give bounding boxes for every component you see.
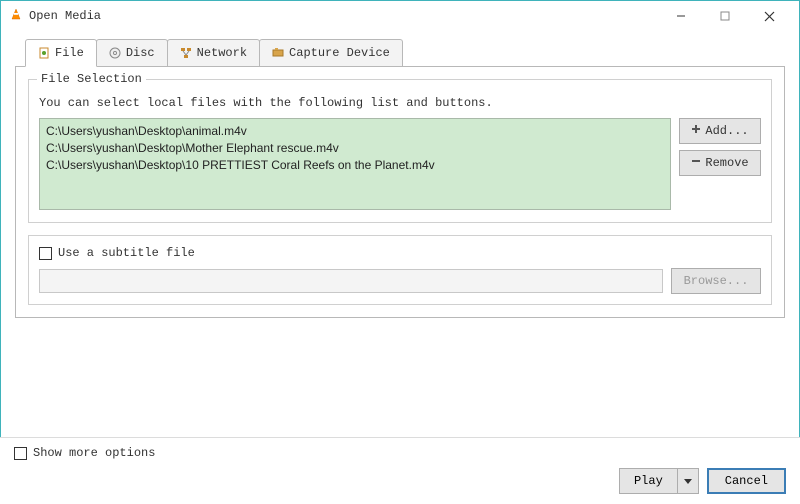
remove-label: Remove	[705, 156, 748, 170]
close-button[interactable]	[747, 2, 791, 30]
file-selection-legend: File Selection	[37, 72, 146, 86]
subtitle-path-input	[39, 269, 663, 293]
play-label: Play	[619, 468, 678, 494]
browse-button[interactable]: Browse...	[671, 268, 761, 294]
chevron-down-icon	[684, 474, 692, 488]
list-item[interactable]: C:\Users\yushan\Desktop\10 PRETTIEST Cor…	[46, 157, 664, 174]
bottom-bar: Show more options Play Cancel	[0, 437, 800, 504]
add-label: Add...	[705, 124, 748, 138]
window-title: Open Media	[29, 9, 659, 23]
tab-label: File	[55, 46, 84, 60]
tab-label: Capture Device	[289, 46, 390, 60]
tab-network[interactable]: Network	[167, 39, 260, 66]
show-more-options-label: Show more options	[33, 446, 155, 460]
disc-icon	[109, 47, 121, 59]
cancel-label: Cancel	[725, 474, 768, 488]
titlebar: Open Media	[1, 1, 799, 31]
minus-icon	[691, 156, 701, 170]
network-icon	[180, 47, 192, 59]
play-button[interactable]: Play	[619, 468, 699, 494]
maximize-button[interactable]	[703, 2, 747, 30]
cancel-button[interactable]: Cancel	[707, 468, 786, 494]
app-icon	[9, 8, 23, 25]
use-subtitle-checkbox[interactable]	[39, 247, 52, 260]
list-item[interactable]: C:\Users\yushan\Desktop\animal.m4v	[46, 123, 664, 140]
capture-icon	[272, 47, 284, 59]
show-more-options-checkbox[interactable]	[14, 447, 27, 460]
tab-capture-device[interactable]: Capture Device	[259, 39, 403, 66]
tab-bar: File Disc Network Capture Device	[25, 39, 785, 66]
plus-icon	[691, 124, 701, 138]
tab-label: Disc	[126, 46, 155, 60]
remove-button[interactable]: Remove	[679, 150, 761, 176]
add-button[interactable]: Add...	[679, 118, 761, 144]
file-icon	[38, 47, 50, 59]
play-dropdown[interactable]	[678, 468, 699, 494]
list-item[interactable]: C:\Users\yushan\Desktop\Mother Elephant …	[46, 140, 664, 157]
content-area: File Disc Network Capture Device File Se…	[1, 31, 799, 318]
tab-file[interactable]: File	[25, 39, 97, 67]
window-controls	[659, 2, 791, 30]
file-selection-fieldset: File Selection You can select local file…	[28, 79, 772, 223]
browse-label: Browse...	[684, 274, 749, 288]
use-subtitle-label: Use a subtitle file	[58, 246, 195, 260]
file-list[interactable]: C:\Users\yushan\Desktop\animal.m4v C:\Us…	[39, 118, 671, 210]
tab-label: Network	[197, 46, 247, 60]
minimize-button[interactable]	[659, 2, 703, 30]
tab-disc[interactable]: Disc	[96, 39, 168, 66]
file-selection-help: You can select local files with the foll…	[39, 96, 761, 110]
tab-panel: File Selection You can select local file…	[15, 66, 785, 318]
subtitle-section: Use a subtitle file Browse...	[28, 235, 772, 305]
